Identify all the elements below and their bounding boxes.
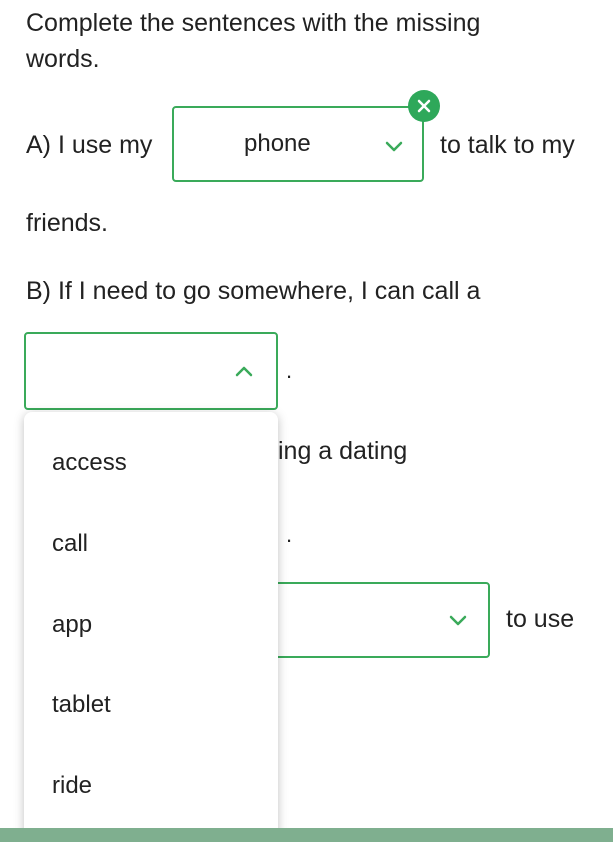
instructions-line-2: words.	[26, 45, 100, 73]
chevron-down-icon[interactable]	[384, 140, 404, 154]
sentence-a-suffix: to talk to my	[440, 131, 575, 159]
sentence-b-dropdown[interactable]	[24, 332, 278, 410]
sentence-c-period: .	[286, 522, 293, 547]
sentence-a-selected-value: phone	[244, 130, 311, 157]
option-tablet[interactable]: tablet	[52, 688, 111, 722]
bottom-bar	[0, 828, 613, 842]
option-call[interactable]: call	[52, 527, 88, 561]
sentence-c-partial-text: ing a dating	[278, 437, 408, 465]
close-icon	[417, 99, 431, 113]
exercise-page: Complete the sentences with the missing …	[0, 0, 613, 842]
sentence-b-period: .	[286, 358, 293, 383]
sentence-a-dropdown[interactable]: phone	[172, 106, 424, 182]
chevron-up-icon[interactable]	[234, 364, 254, 378]
option-ride[interactable]: ride	[52, 769, 92, 803]
sentence-c-suffix: to use	[506, 605, 575, 633]
dropdown-menu: access call app tablet ride	[24, 412, 278, 842]
instructions-line-1: Complete the sentences with the missing	[26, 9, 481, 37]
option-access[interactable]: access	[52, 446, 127, 480]
chevron-down-icon[interactable]	[448, 614, 468, 628]
option-app[interactable]: app	[52, 608, 92, 642]
sentence-b-line-1: B) If I need to go somewhere, I can call…	[26, 277, 481, 305]
clear-answer-button[interactable]	[408, 90, 440, 122]
sentence-a-line-2: friends.	[26, 209, 108, 237]
sentence-a-prefix: A) I use my	[26, 131, 153, 159]
